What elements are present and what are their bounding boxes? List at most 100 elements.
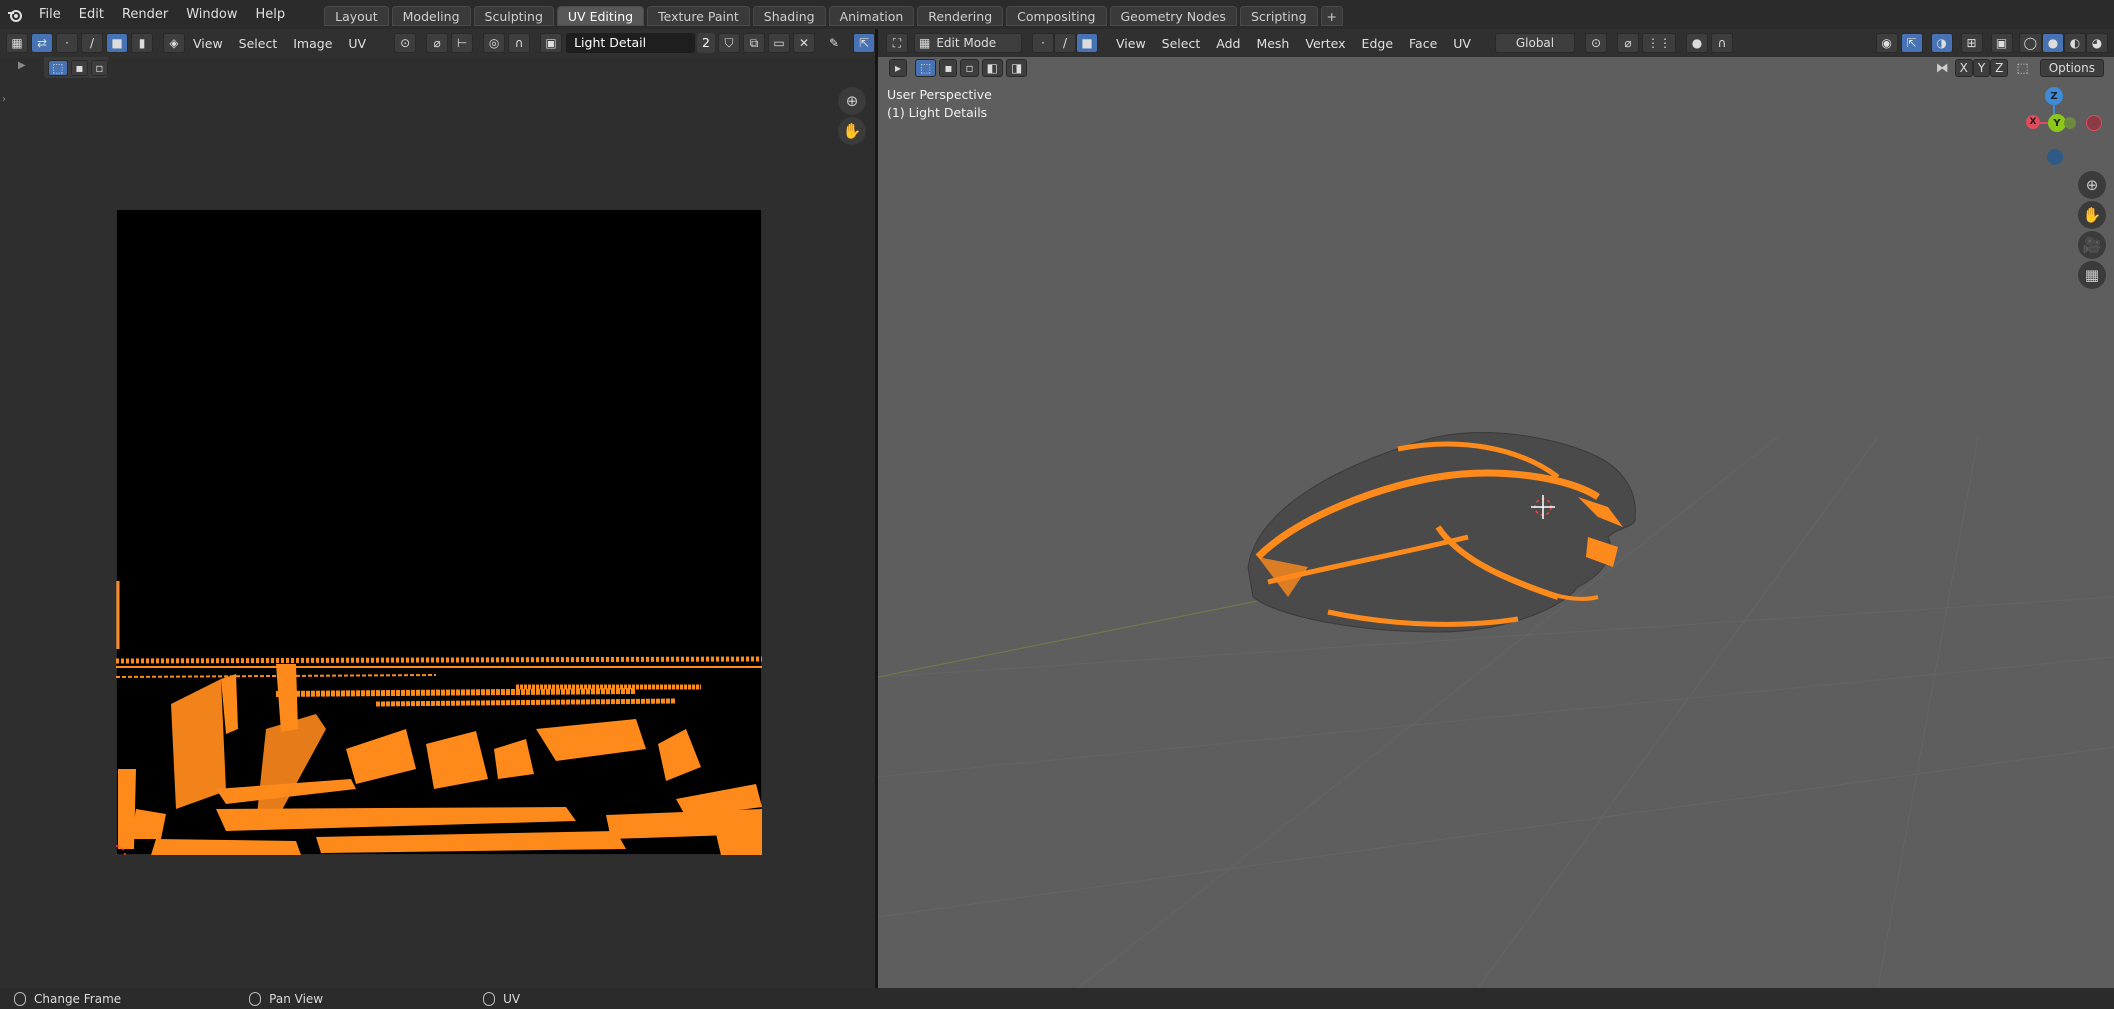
status-middle-text: Pan View (269, 991, 324, 1006)
uv-menu-uv[interactable]: UV (340, 36, 374, 51)
tab-animation[interactable]: Animation (828, 5, 915, 26)
pivot-dropdown[interactable]: ⊙ (1584, 33, 1607, 53)
mesh-edit-overlay-toggle[interactable]: ⊞ (1960, 33, 1983, 53)
snap-toggle-viewport[interactable]: ⌀ (1616, 33, 1639, 53)
select-mode-face[interactable]: ■ (106, 33, 128, 53)
editor-type-button[interactable]: ▦ (6, 33, 28, 53)
uv-editor-header: ▦ ⇄ · / ■ ▮ ◈ View Select Image UV ⊙ ⌀ ⊢… (0, 29, 875, 70)
status-bar: Change Frame Pan View UV (0, 988, 2114, 1009)
tab-layout[interactable]: Layout (324, 5, 389, 26)
snap-options-dropdown[interactable]: ⊢ (451, 33, 474, 53)
3d-viewport[interactable]: ▸ ⬚ ▪ ▫ ◧ ◨ ⧓ X Y Z ⬚ Options User Persp… (878, 57, 2114, 988)
vertex-select-mode[interactable]: · (1032, 33, 1054, 53)
viewport-scene[interactable] (878, 57, 2114, 988)
mouse-middle-icon (249, 991, 262, 1006)
unlink-image-icon[interactable]: ✕ (793, 33, 815, 53)
uv-select-box-tools: ⬚ ▪ ▫ (44, 57, 109, 78)
menu-edit[interactable]: Edit (70, 0, 113, 29)
status-uv: UV (483, 991, 521, 1006)
menu-window[interactable]: Window (177, 0, 246, 29)
tab-geometry-nodes[interactable]: Geometry Nodes (1109, 5, 1237, 26)
image-name-field[interactable]: Light Detail texture (566, 33, 696, 70)
mouse-left-icon (14, 991, 26, 1006)
vp-menu-mesh[interactable]: Mesh (1248, 36, 1297, 51)
overlay-toggle[interactable]: ◑ (1930, 33, 1953, 53)
viewport-header: ⛶ ▦ Edit Mode · / ■ View Select Add Mesh … (878, 29, 2114, 57)
tab-modeling[interactable]: Modeling (391, 5, 471, 26)
fake-user-icon[interactable]: ⛉ (718, 33, 740, 53)
select-box-tool[interactable]: ⬚ (48, 59, 68, 76)
vp-menu-vertex[interactable]: Vertex (1297, 36, 1353, 51)
new-image-icon[interactable]: ⧉ (743, 33, 765, 53)
falloff-dropdown[interactable]: ∩ (508, 33, 531, 53)
open-image-icon[interactable]: ▭ (768, 33, 790, 53)
proportional-toggle-viewport[interactable]: ● (1685, 33, 1708, 53)
gizmo-toggle[interactable]: ⇱ (853, 33, 875, 53)
menu-help[interactable]: Help (247, 0, 295, 29)
pivot-point-dropdown[interactable]: ⊙ (394, 33, 417, 53)
select-mode-edge[interactable]: / (81, 33, 103, 53)
sidebar-expand-icon[interactable]: › (2, 94, 6, 105)
toolbar-expand-icon[interactable]: ▶ (18, 60, 26, 71)
uv-canvas[interactable] (116, 209, 762, 855)
menu-render[interactable]: Render (113, 0, 177, 29)
vp-menu-add[interactable]: Add (1208, 36, 1248, 51)
tab-texture-paint[interactable]: Texture Paint (647, 5, 750, 26)
tab-rendering[interactable]: Rendering (917, 5, 1004, 26)
xray-toggle[interactable]: ▣ (1990, 33, 2013, 53)
status-pan-view: Pan View (249, 991, 324, 1006)
visibility-dropdown[interactable]: ◉ (1875, 33, 1898, 53)
wireframe-shading[interactable]: ◯ (2018, 33, 2042, 53)
spaceship-mesh (1247, 432, 1636, 633)
face-select-mode[interactable]: ■ (1076, 33, 1098, 53)
menu-file[interactable]: File (30, 0, 70, 29)
mouse-right-icon (483, 991, 496, 1006)
uv-menu-image[interactable]: Image (285, 36, 340, 51)
pin-icon[interactable]: ✎ (823, 33, 845, 53)
top-bar: File Edit Render Window Help Layout Mode… (0, 0, 2114, 29)
vp-menu-view[interactable]: View (1108, 36, 1154, 51)
image-users-count[interactable]: 2 (697, 33, 715, 53)
select-mode-tool-2[interactable]: ▫ (90, 59, 109, 76)
vp-menu-uv[interactable]: UV (1445, 36, 1479, 51)
select-mode-vertex[interactable]: · (56, 33, 78, 53)
edge-select-mode[interactable]: / (1054, 33, 1076, 53)
mode-label: Edit Mode (936, 36, 997, 50)
gizmo-toggle-viewport[interactable]: ⇱ (1900, 33, 1923, 53)
mode-dropdown[interactable]: ▦ Edit Mode (914, 33, 1022, 53)
add-workspace-button[interactable]: + (1320, 5, 1344, 26)
snap-target-dropdown[interactable]: ⋮⋮ (1641, 33, 1676, 53)
tab-compositing[interactable]: Compositing (1006, 5, 1107, 26)
workspace-tabs: Layout Modeling Sculpting UV Editing Tex… (324, 4, 1346, 26)
uv-menu-select[interactable]: Select (231, 36, 286, 51)
sticky-selection-dropdown[interactable]: ◈ (163, 33, 185, 53)
vp-menu-face[interactable]: Face (1401, 36, 1445, 51)
status-right-text: UV (503, 991, 521, 1006)
snap-toggle[interactable]: ⌀ (426, 33, 449, 53)
rendered-shading[interactable]: ◕ (2086, 33, 2108, 53)
vp-menu-select[interactable]: Select (1154, 36, 1209, 51)
status-left-text: Change Frame (34, 991, 122, 1006)
zoom-icon[interactable]: ⊕ (838, 87, 866, 115)
image-browse-icon[interactable]: ▣ (540, 33, 563, 53)
hand-pan-icon[interactable]: ✋ (838, 117, 866, 145)
tab-sculpting[interactable]: Sculpting (473, 5, 554, 26)
vp-menu-edge[interactable]: Edge (1354, 36, 1401, 51)
tab-shading[interactable]: Shading (752, 5, 826, 26)
sync-selection-toggle[interactable]: ⇄ (31, 33, 53, 53)
status-change-frame: Change Frame (14, 991, 122, 1006)
tab-scripting[interactable]: Scripting (1239, 5, 1318, 26)
uv-menu-view[interactable]: View (185, 36, 231, 51)
orientation-dropdown[interactable]: Global (1494, 33, 1575, 53)
solid-shading[interactable]: ● (2042, 33, 2064, 53)
select-mode-island[interactable]: ▮ (131, 33, 153, 53)
proportional-falloff-dropdown[interactable]: ∩ (1710, 33, 1733, 53)
orientation-label: Global (1515, 36, 1555, 50)
blender-logo-icon[interactable] (0, 0, 30, 29)
tab-uv-editing[interactable]: UV Editing (556, 5, 645, 26)
viewport-editor-type-button[interactable]: ⛶ (886, 33, 908, 53)
select-mode-tool[interactable]: ▪ (70, 59, 88, 76)
proportional-edit-toggle[interactable]: ◎ (483, 33, 506, 53)
uv-editor[interactable]: ⬚ ▪ ▫ ▶ › ⊕ ✋ (0, 57, 875, 988)
material-shading[interactable]: ◐ (2064, 33, 2086, 53)
